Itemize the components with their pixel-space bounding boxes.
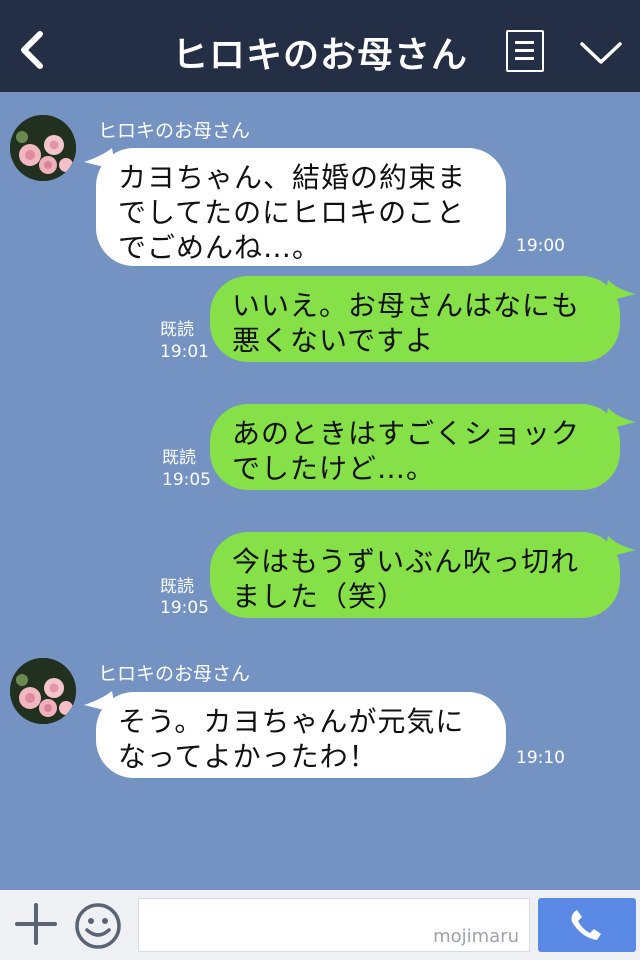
watermark: mojimaru <box>433 926 519 947</box>
bubble-tail <box>604 280 636 302</box>
message-bubble[interactable]: そう。カヨちゃんが元気に なってよかったわ！ <box>96 692 506 778</box>
message-line: でしてたのにヒロキのこと <box>118 196 466 229</box>
rose-icon <box>10 658 76 724</box>
read-status: 既読 <box>162 448 196 468</box>
message-line: なってよかったわ！ <box>118 740 378 773</box>
bubble-tail <box>604 536 636 558</box>
sender-name: ヒロキのお母さん <box>98 663 251 685</box>
message-time: 19:00 <box>516 236 565 256</box>
message-bubble[interactable]: いいえ。お母さんはなにも 悪くないですよ <box>210 276 620 362</box>
plus-icon[interactable] <box>14 902 58 946</box>
message-line: でしたけど…。 <box>232 452 436 485</box>
message-line: 悪くないですよ <box>232 324 435 357</box>
input-bar: mojimaru <box>0 890 640 960</box>
message-line: カヨちゃん、結婚の約束ま <box>118 161 467 194</box>
message-time: 19:01 <box>160 342 209 362</box>
read-status: 既読 <box>160 577 194 597</box>
message-time: 19:10 <box>516 748 565 768</box>
message-time: 19:05 <box>160 598 209 618</box>
rose-icon <box>10 115 76 181</box>
avatar[interactable] <box>10 115 76 181</box>
chat-title: ヒロキのお母さん <box>171 35 468 76</box>
sender-name: ヒロキのお母さん <box>98 120 251 142</box>
menu-list-icon[interactable] <box>506 30 544 72</box>
smiley-icon[interactable] <box>74 902 122 950</box>
call-button[interactable] <box>538 898 636 952</box>
message-line: でごめんね…。 <box>118 231 322 264</box>
message-bubble[interactable]: カヨちゃん、結婚の約束ま でしてたのにヒロキのこと でごめんね…。 <box>96 148 506 266</box>
message-input[interactable]: mojimaru <box>138 898 530 952</box>
message-line: 今はもうずいぶん吹っ切れ <box>232 545 580 578</box>
read-status: 既読 <box>160 320 194 340</box>
message-line: あのときはすごくショック <box>232 417 581 450</box>
phone-icon <box>571 910 601 940</box>
message-time: 19:05 <box>162 470 211 490</box>
message-bubble[interactable]: 今はもうずいぶん吹っ切れ ました（笑） <box>210 532 620 618</box>
chevron-down-icon[interactable] <box>578 38 624 68</box>
message-line: いいえ。お母さんはなにも <box>232 289 581 322</box>
chat-header: ヒロキのお母さん <box>0 0 640 92</box>
message-line: ました（笑） <box>232 580 407 613</box>
message-bubble[interactable]: あのときはすごくショック でしたけど…。 <box>210 404 620 490</box>
message-line: そう。カヨちゃんが元気に <box>118 705 465 738</box>
bubble-tail <box>604 408 636 430</box>
avatar[interactable] <box>10 658 76 724</box>
